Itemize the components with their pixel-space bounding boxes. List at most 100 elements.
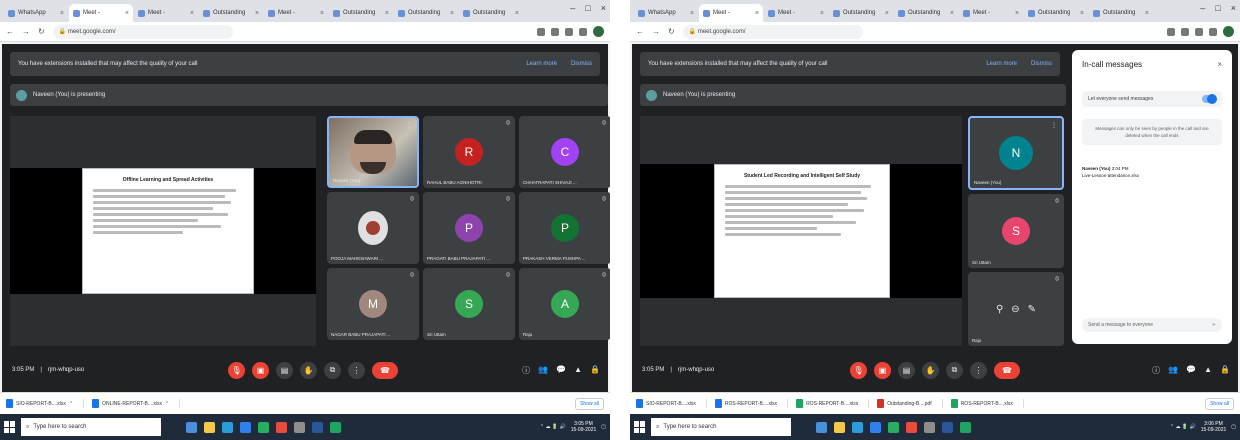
windows-start-icon[interactable]: [634, 421, 646, 433]
download-item[interactable]: SIO-REPORT-B....xlsx ⌃: [6, 399, 85, 408]
close-icon[interactable]: ×: [125, 10, 129, 17]
minimize-icon[interactable]: –: [1200, 3, 1205, 13]
taskbar-search[interactable]: ⌕ Type here to search: [21, 418, 161, 436]
participant-tile[interactable]: N ⋮ Naveen (You): [968, 116, 1064, 190]
participant-tile[interactable]: S ⦸ Sri Uttam: [968, 194, 1064, 268]
taskbar-clock[interactable]: 3:05 PM 15-09-2021: [571, 421, 597, 433]
browser-tab[interactable]: Outstanding ×: [459, 4, 523, 22]
close-icon[interactable]: ×: [950, 10, 954, 17]
end-call-button[interactable]: ☎: [994, 361, 1020, 379]
browser-tab[interactable]: Outstanding ×: [829, 4, 893, 22]
extension-icon[interactable]: [565, 27, 573, 36]
camera-off-button[interactable]: ▣: [874, 361, 891, 379]
close-icon[interactable]: ×: [255, 10, 259, 17]
store-icon[interactable]: [870, 421, 881, 433]
browser-tab[interactable]: Meet - ×: [764, 4, 828, 22]
mic-off-button[interactable]: 🎙: [228, 361, 245, 379]
browser-tab[interactable]: Outstanding ×: [199, 4, 263, 22]
browser-tab[interactable]: WhatsApp ×: [634, 4, 698, 22]
tray-icons[interactable]: ⌃ ☁ 🔋 🔊: [1170, 424, 1196, 430]
profile-avatar[interactable]: [593, 26, 604, 37]
app-icon[interactable]: [906, 421, 917, 433]
close-icon[interactable]: ×: [1217, 60, 1222, 69]
download-item[interactable]: Outstanding-B....pdf: [877, 399, 943, 408]
close-icon[interactable]: ×: [60, 10, 64, 17]
browser-tab[interactable]: Meet - ×: [959, 4, 1023, 22]
captions-button[interactable]: ▤: [276, 361, 293, 379]
reload-icon[interactable]: ↻: [668, 27, 675, 36]
browser-tab[interactable]: WhatsApp ×: [4, 4, 68, 22]
close-icon[interactable]: ×: [1015, 10, 1019, 17]
close-icon[interactable]: ×: [690, 10, 694, 17]
browser-tab[interactable]: Meet - ×: [134, 4, 198, 22]
task-view-icon[interactable]: [816, 421, 827, 433]
present-button[interactable]: ⧉: [946, 361, 963, 379]
browser-tab[interactable]: Outstanding ×: [894, 4, 958, 22]
mic-off-button[interactable]: 🎙: [850, 361, 867, 379]
excel-icon[interactable]: [888, 421, 899, 433]
participant-tile[interactable]: S ⦸ Sri Uttam: [423, 268, 515, 340]
close-window-icon[interactable]: ×: [1231, 3, 1236, 13]
close-icon[interactable]: ×: [1080, 10, 1084, 17]
download-item[interactable]: ROS-REPORT-B....xlsx: [796, 399, 870, 408]
close-icon[interactable]: ×: [320, 10, 324, 17]
app-icon[interactable]: [294, 421, 305, 433]
reload-icon[interactable]: ↻: [38, 27, 45, 36]
browser-tab[interactable]: Meet - ×: [264, 4, 328, 22]
close-icon[interactable]: ×: [190, 10, 194, 17]
extension-icon[interactable]: [1167, 27, 1175, 36]
send-icon[interactable]: ➤: [1212, 322, 1216, 328]
chrome-icon[interactable]: [330, 421, 341, 433]
tray-icons[interactable]: ⌃ ☁ 🔋 🔊: [540, 424, 566, 430]
host-controls-icon[interactable]: 🔒: [590, 365, 600, 376]
chat-message-text[interactable]: Live-Lesson-attendance.xlsx: [1082, 172, 1222, 179]
windows-start-icon[interactable]: [4, 421, 16, 433]
host-controls-icon[interactable]: 🔒: [1220, 365, 1230, 376]
taskbar-search[interactable]: ⌕ Type here to search: [651, 418, 791, 436]
people-icon[interactable]: 👥: [538, 365, 548, 376]
learn-more-link[interactable]: Learn more: [526, 61, 557, 67]
close-icon[interactable]: ×: [450, 10, 454, 17]
participant-tile[interactable]: ⦸ POOJA MAHESHWARI ...: [327, 192, 419, 264]
word-icon[interactable]: [942, 421, 953, 433]
download-item[interactable]: ONLINE-REPORT-B....xlsx ⌃: [92, 399, 181, 408]
browser-tab[interactable]: Outstanding ×: [394, 4, 458, 22]
url-field[interactable]: 🔒 meet.google.com/: [52, 24, 233, 39]
pin-icon[interactable]: ⚲: [996, 304, 1003, 315]
app-icon[interactable]: [924, 421, 935, 433]
extension-icon[interactable]: [1195, 27, 1203, 36]
close-icon[interactable]: ×: [885, 10, 889, 17]
show-all-button[interactable]: Show all: [575, 397, 604, 410]
more-options-icon[interactable]: ⋮: [406, 122, 412, 129]
back-icon[interactable]: ←: [636, 27, 644, 36]
forward-icon[interactable]: →: [22, 27, 30, 36]
taskbar-clock[interactable]: 3:06 PM 15-09-2021: [1201, 421, 1227, 433]
close-icon[interactable]: ×: [515, 10, 519, 17]
raise-hand-button[interactable]: ✋: [300, 361, 317, 379]
maximize-icon[interactable]: □: [585, 3, 590, 13]
participant-tile[interactable]: C ⦸ CHHATRAPATI SHIVAJI ...: [519, 116, 610, 188]
file-explorer-icon[interactable]: [834, 421, 845, 433]
close-icon[interactable]: ×: [1145, 10, 1149, 17]
word-icon[interactable]: [312, 421, 323, 433]
profile-avatar[interactable]: [1223, 26, 1234, 37]
download-item[interactable]: ROS-REPORT-B....xlsx: [714, 399, 789, 408]
download-item[interactable]: ROS-REPORT-B....xlsx: [950, 399, 1024, 408]
chat-input[interactable]: Send a message to everyone ➤: [1082, 318, 1222, 332]
participant-tile[interactable]: P ⦸ PRAGATI BABU PRAJAPATI ...: [423, 192, 515, 264]
captions-button[interactable]: ▤: [898, 361, 915, 379]
app-icon[interactable]: [276, 421, 287, 433]
close-icon[interactable]: ×: [755, 10, 759, 17]
close-icon[interactable]: ×: [820, 10, 824, 17]
browser-tab-active[interactable]: Meet - ×: [69, 4, 133, 22]
chat-icon[interactable]: 💬: [556, 365, 566, 376]
dismiss-link[interactable]: Dismiss: [571, 61, 592, 67]
participant-tile[interactable]: R ⦸ RAHUL BABU AGNIHOTRI: [423, 116, 515, 188]
send-permission-toggle[interactable]: [1202, 94, 1217, 104]
chat-icon[interactable]: 💬: [1186, 365, 1196, 376]
info-icon[interactable]: ⓘ: [522, 365, 530, 376]
browser-tab[interactable]: Outstanding ×: [1089, 4, 1153, 22]
edge-icon[interactable]: [852, 421, 863, 433]
participant-tile[interactable]: A ⦸ Raju: [519, 268, 610, 340]
file-explorer-icon[interactable]: [204, 421, 215, 433]
